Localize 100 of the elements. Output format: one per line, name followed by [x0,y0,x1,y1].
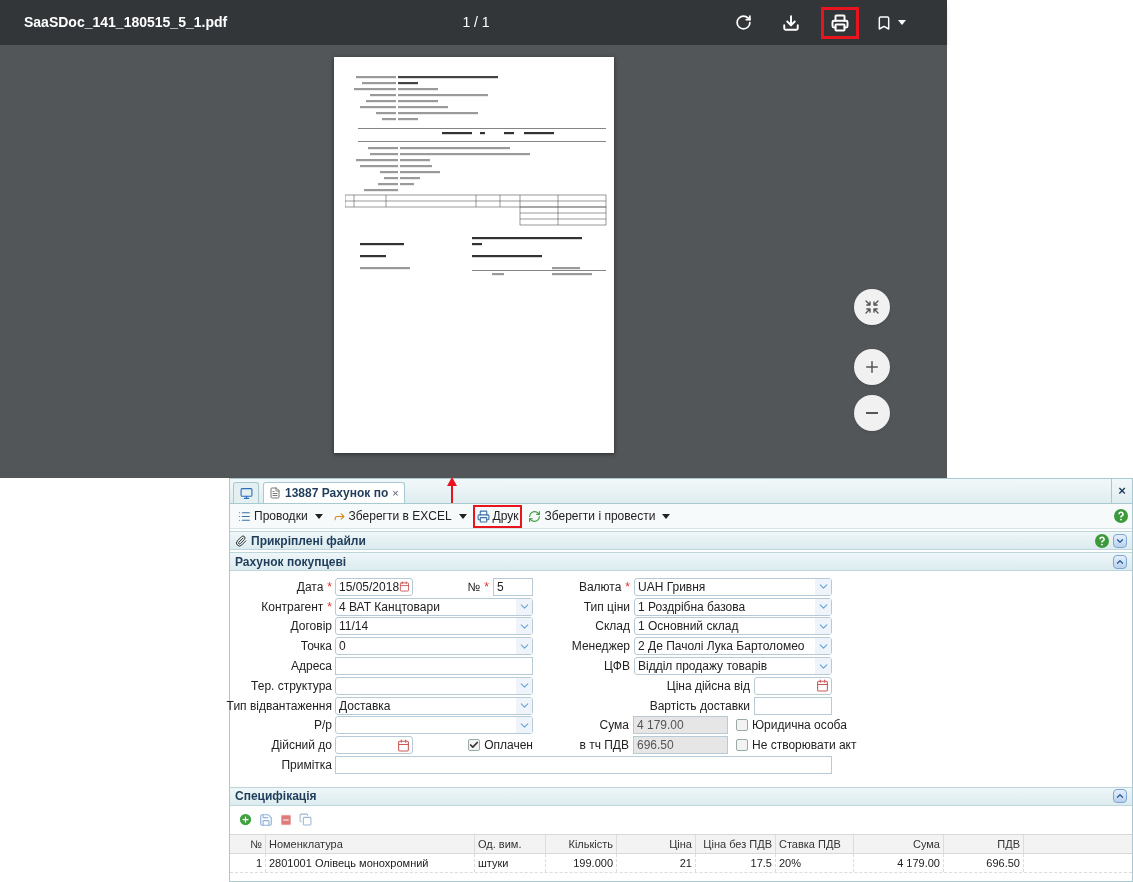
section-title: Прикріплені файли [251,532,367,550]
expand-button[interactable] [1113,533,1127,548]
help-icon[interactable] [1095,533,1109,548]
field-label: Склад [595,618,630,636]
dropdown-field[interactable]: Доставка [335,696,533,715]
table-cell: 2801001 Олівець монохромний [266,853,475,872]
help-icon[interactable] [1114,509,1128,523]
toolbar-button[interactable]: Зберегти і провести [524,504,675,528]
dropdown-field[interactable]: UAH Гривня [634,577,832,596]
toolbar-button[interactable]: Зберегти в EXCEL [328,504,471,528]
column-header[interactable]: Од. вим. [475,834,546,853]
minus-icon [866,412,878,414]
required-mark: * [484,578,489,596]
add-icon[interactable] [238,812,253,828]
checkbox-label: Юридична особа [752,717,847,735]
home-tab[interactable] [233,482,259,503]
field-label: Тер. структура [251,677,332,695]
copy-icon[interactable] [299,813,312,827]
column-header[interactable]: № [230,834,266,853]
required-mark: * [327,598,332,616]
save-icon[interactable] [259,812,273,827]
field-label: Валюта [578,578,622,596]
paperclip-icon [235,534,247,547]
column-header[interactable]: Сума [854,834,944,853]
toolbar-button[interactable]: Проводки [234,504,327,528]
readonly-field: 4 179.00 [633,716,728,735]
table-cell: 20% [776,853,854,872]
refresh-icon [528,509,542,523]
dropdown-field[interactable] [335,716,533,735]
dropdown-field[interactable]: 1 Основний склад [634,617,832,636]
table-cell: штуки [475,853,546,872]
fit-page-button[interactable] [854,289,890,325]
readonly-field: 696.50 [633,736,728,755]
input-field[interactable] [335,756,832,775]
zoom-out-button[interactable] [854,395,890,431]
section-title: Специфікація [235,788,318,806]
tab-close[interactable]: × [392,484,399,502]
checkbox-label: Не створювати акт [752,737,857,755]
list-icon [238,509,251,523]
field-label: Р/р [314,717,332,735]
field-label: в тч ПДВ [579,737,629,755]
tab-label: 13887 Рахунок по [285,485,389,502]
page-counter: 1 / 1 [461,13,491,32]
caret-icon [314,513,323,519]
field-label: Менеджер [571,638,630,656]
checkbox[interactable] [736,719,748,732]
field-label: Вартість доставки [649,697,750,715]
date-field[interactable] [754,676,832,695]
collapse-button[interactable] [1113,789,1127,804]
printer-icon [476,509,490,523]
dropdown-field[interactable] [335,676,533,695]
panel-close[interactable]: × [1111,479,1132,503]
document-icon [269,487,281,499]
dropdown-field[interactable]: 4 ВАТ Канцтовари [335,597,533,616]
table-cell: 199.000 [546,853,617,872]
remove-icon[interactable] [279,812,293,827]
column-header[interactable]: Ціна [617,834,696,853]
dropdown-field[interactable]: 0 [335,637,533,656]
field-label: Дата [296,578,324,596]
field-label: Сума [599,717,629,735]
required-mark: * [327,578,332,596]
dropdown-field[interactable]: 1 Роздрібна базова [634,597,832,616]
dropdown-field[interactable]: Відділ продажу товарів [634,657,832,676]
bookmark-icon [876,14,892,31]
date-field[interactable] [335,736,413,755]
table-cell: 1 [230,853,266,872]
annotation-arrow [447,477,457,503]
section-title: Рахунок покупцеві [235,553,348,571]
table-cell: 21 [617,853,696,872]
dropdown-field[interactable]: 11/14 [335,617,533,636]
field-label: Ціна дійсна від [666,677,750,695]
checkbox[interactable] [468,739,481,752]
input-field[interactable] [335,657,533,676]
file-name: SaaSDoc_141_180515_5_1.pdf [24,13,229,32]
print-button[interactable] [821,6,859,39]
field-label: Примітка [281,757,332,775]
field-label: Контрагент [261,598,324,616]
column-header[interactable]: Ціна без ПДВ [696,834,776,853]
download-icon [782,13,800,32]
calendar-icon [397,738,410,752]
caret-icon [662,513,671,519]
input-field[interactable]: 5 [493,577,533,596]
table-cell: 17.5 [696,853,776,872]
document-tab[interactable]: 13887 Рахунок по × [263,482,405,503]
dropdown-field[interactable]: 2 Де Пачолі Лука Бартоломео [634,637,832,656]
input-field[interactable] [754,696,832,715]
column-header[interactable]: ПДВ [944,834,1024,853]
caret-icon [898,20,906,25]
checkbox[interactable] [736,739,748,752]
column-header[interactable]: Кількість [546,834,617,853]
column-header[interactable]: Ставка ПДВ [776,834,854,853]
zoom-in-button[interactable] [854,349,890,385]
collapse-button[interactable] [1113,554,1127,569]
column-header[interactable]: Номенклатура [266,834,475,853]
toolbar-button[interactable]: Друк [472,504,523,528]
shrink-icon [864,299,880,315]
calendar-icon [399,580,410,594]
plus-icon [863,358,881,376]
date-field[interactable]: 15/05/2018 [335,577,413,596]
field-label: ЦФВ [604,658,630,676]
